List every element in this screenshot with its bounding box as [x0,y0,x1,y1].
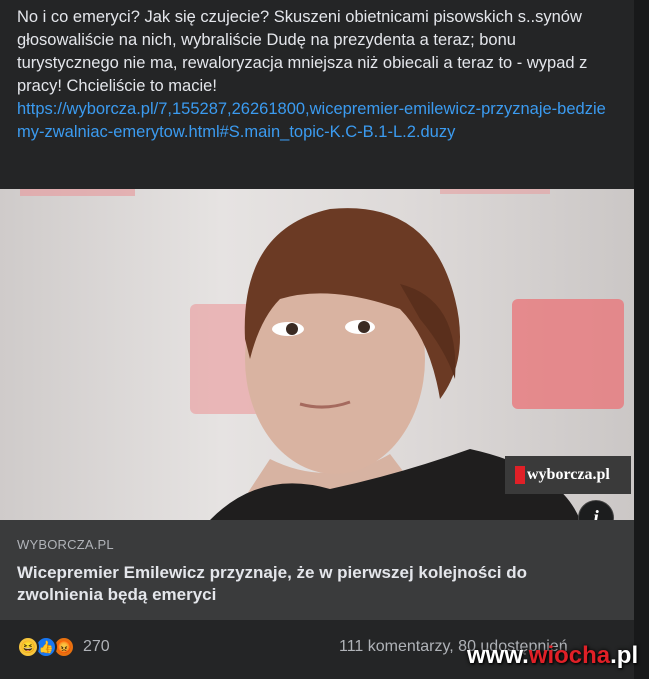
reaction-count: 270 [83,638,110,655]
reactions-summary[interactable]: 😆 👍 😡 270 [17,636,110,658]
wyborcza-watermark: wyborcza.pl [505,456,631,494]
facebook-post: No i co emeryci? Jak się czujecie? Skusz… [0,0,634,679]
preview-headline[interactable]: Wicepremier Emilewicz przyznaje, że w pi… [17,562,577,606]
haha-icon: 😆 [17,636,39,658]
page-gutter [634,0,649,679]
post-link[interactable]: https://wyborcza.pl/7,155287,26261800,wi… [17,98,617,144]
link-preview-card[interactable]: WYBORCZA.PL Wicepremier Emilewicz przyzn… [0,520,634,620]
link-preview-image[interactable]: wyborcza.pl [0,189,634,520]
preview-domain: WYBORCZA.PL [17,537,114,552]
post-text-block: No i co emeryci? Jak się czujecie? Skusz… [17,6,617,144]
wiocha-watermark: www.wiocha.pl [467,642,639,669]
post-message: No i co emeryci? Jak się czujecie? Skusz… [17,8,588,95]
